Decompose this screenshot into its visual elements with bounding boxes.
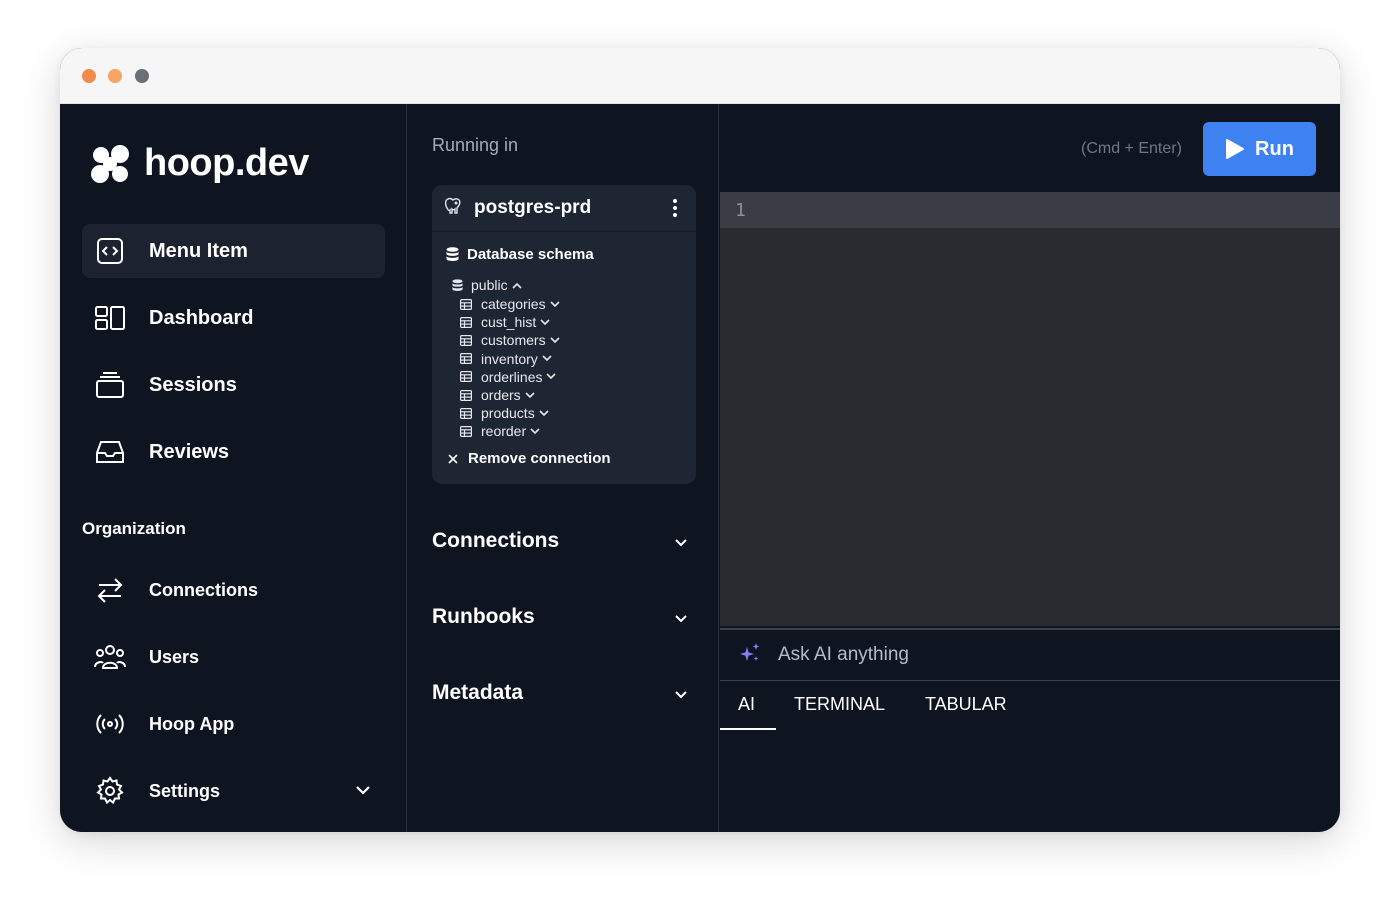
close-icon [448, 453, 458, 464]
table-icon [460, 334, 472, 346]
table-item-customers[interactable]: customers [460, 331, 560, 349]
postgres-icon [444, 197, 462, 220]
connection-header[interactable]: postgres-prd [432, 185, 696, 232]
chevron-up-icon [512, 282, 522, 289]
chevron-down-icon [674, 610, 688, 628]
table-icon [460, 316, 472, 328]
active-line: 1 [720, 192, 1340, 228]
sidebar: hoop.dev Menu Item Dashboard Sessions Re… [60, 104, 407, 832]
chevron-down-icon [546, 373, 557, 380]
database-icon [446, 247, 459, 261]
chevron-down-icon [550, 337, 560, 344]
broadcast-icon [94, 708, 126, 740]
chevron-down-icon[interactable] [355, 782, 371, 800]
sidebar-item-hoop-app[interactable]: Hoop App [82, 697, 385, 751]
table-item-inventory[interactable]: inventory [460, 350, 560, 368]
connection-panel: Running in postgres-prd Database schema … [408, 104, 719, 832]
sidebar-item-settings[interactable]: Settings [82, 764, 385, 818]
sidebar-item-connections[interactable]: Connections [82, 563, 385, 617]
maximize-window-dot[interactable] [135, 69, 149, 83]
sidebar-item-sessions[interactable]: Sessions [82, 358, 385, 412]
users-icon [94, 641, 126, 673]
arrows-exchange-icon [94, 574, 126, 606]
sessions-icon [94, 369, 126, 401]
sidebar-item-label: Sessions [149, 373, 237, 396]
schema-public[interactable]: public [452, 277, 522, 293]
brand-logo[interactable]: hoop.dev [90, 142, 309, 185]
chevron-down-icon [525, 391, 535, 399]
tab-ai[interactable]: AI [738, 694, 755, 715]
chevron-down-icon [542, 355, 552, 362]
dashboard-icon [94, 302, 126, 334]
tab-terminal[interactable]: TERMINAL [794, 694, 885, 715]
sidebar-item-label: Dashboard [149, 306, 254, 329]
section-title-organization: Organization [82, 519, 186, 538]
minimize-window-dot[interactable] [108, 69, 122, 83]
play-icon [1226, 139, 1245, 159]
accordion-metadata[interactable]: Metadata [432, 678, 696, 708]
chevron-down-icon [540, 319, 550, 326]
table-icon [460, 298, 472, 310]
window-titlebar [60, 48, 1340, 104]
sidebar-item-reviews[interactable]: Reviews [82, 425, 385, 479]
sidebar-item-label: Menu Item [149, 239, 248, 262]
output-tabs: AI TERMINAL TABULAR [720, 682, 1340, 730]
chevron-down-icon [674, 534, 688, 552]
line-number: 1 [735, 200, 746, 221]
app-window: hoop.dev Menu Item Dashboard Sessions Re… [60, 48, 1340, 832]
table-item-categories[interactable]: categories [460, 295, 560, 313]
table-icon [460, 389, 472, 401]
sidebar-item-label: Connections [149, 579, 259, 600]
table-item-orders[interactable]: orders [460, 386, 560, 404]
close-window-dot[interactable] [82, 69, 96, 83]
tab-tabular[interactable]: TABULAR [925, 694, 1007, 715]
table-icon [460, 353, 472, 365]
accordion-runbooks[interactable]: Runbooks [432, 602, 696, 632]
chevron-down-icon [530, 428, 540, 435]
sidebar-item-label: Reviews [149, 440, 230, 463]
chevron-down-icon [550, 301, 560, 308]
running-in-label: Running in [432, 135, 519, 155]
ai-input-placeholder: Ask AI anything [778, 644, 909, 665]
sidebar-item-users[interactable]: Users [82, 630, 385, 684]
active-tab-indicator [720, 728, 776, 730]
sidebar-item-label: Users [149, 646, 200, 667]
table-icon [460, 425, 472, 437]
sidebar-item-menu-item[interactable]: Menu Item [82, 224, 385, 278]
kebab-menu-icon[interactable] [672, 199, 678, 219]
hoop-logo-icon [90, 144, 130, 184]
table-item-orderlines[interactable]: orderlines [460, 368, 560, 386]
brand-name: hoop.dev [144, 142, 309, 184]
sidebar-item-label: Hoop App [149, 713, 235, 734]
code-editor[interactable]: 1 [720, 192, 1340, 626]
connection-name: postgres-prd [474, 197, 592, 218]
inbox-icon [94, 436, 126, 468]
accordion-connections[interactable]: Connections [432, 526, 696, 556]
sidebar-item-dashboard[interactable]: Dashboard [82, 291, 385, 345]
chevron-down-icon [539, 410, 549, 417]
table-item-products[interactable]: products [460, 404, 560, 422]
table-item-cust-hist[interactable]: cust_hist [460, 313, 560, 331]
code-window-icon [94, 235, 126, 267]
database-icon [452, 278, 463, 291]
table-icon [460, 407, 472, 419]
table-item-reorder[interactable]: reorder [460, 422, 560, 440]
chevron-down-icon [674, 686, 688, 704]
editor-area: (Cmd + Enter) Run 1 Ask AI anything AI T… [720, 104, 1340, 832]
gear-icon [94, 775, 126, 807]
table-list: categories cust_hist customers inventory [460, 295, 560, 441]
ai-prompt-bar[interactable]: Ask AI anything [720, 628, 1340, 681]
table-icon [460, 371, 472, 383]
run-button[interactable]: Run [1203, 122, 1316, 176]
connection-card: postgres-prd Database schema public cate… [432, 185, 696, 484]
sidebar-item-label: Settings [149, 780, 221, 801]
schema-name: public [471, 277, 508, 293]
remove-connection-button[interactable]: Remove connection [448, 450, 611, 467]
database-schema-title[interactable]: Database schema [446, 246, 594, 263]
sparkles-icon [738, 641, 762, 670]
run-shortcut-hint: (Cmd + Enter) [1081, 140, 1182, 157]
